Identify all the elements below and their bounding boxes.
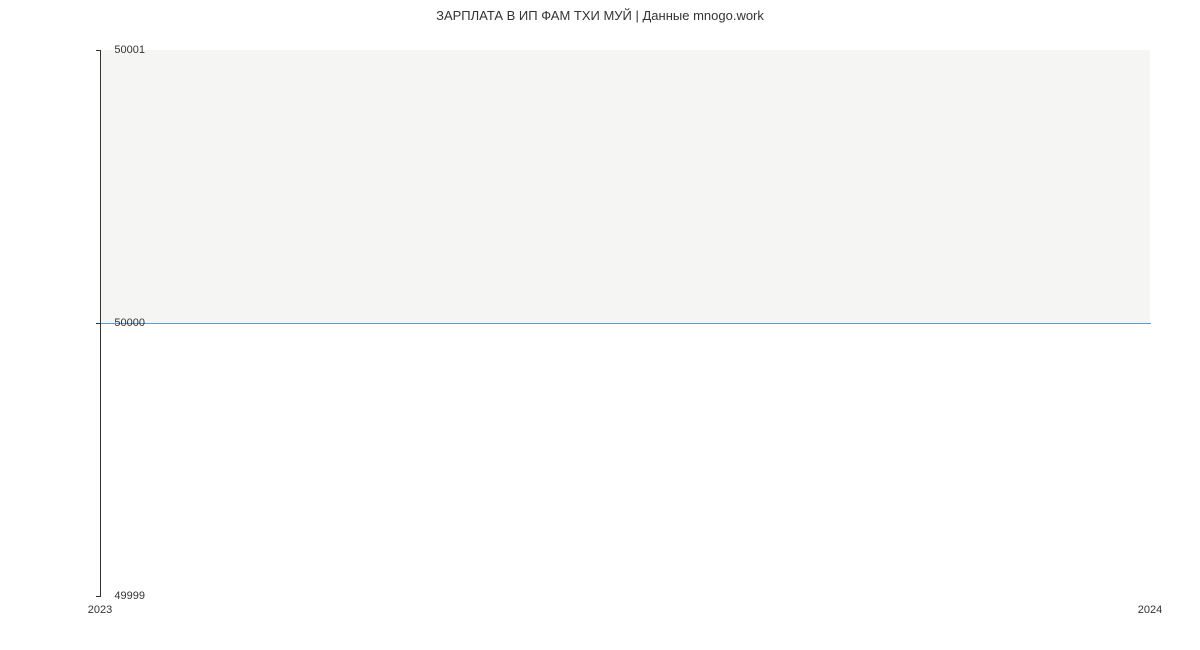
y-tick-mark <box>96 50 101 51</box>
data-series-line <box>101 323 1151 324</box>
x-axis-tick-label: 2023 <box>88 604 112 616</box>
chart-plot <box>100 50 1150 596</box>
x-axis-tick-label: 2024 <box>1138 604 1162 616</box>
y-tick-mark <box>96 596 101 597</box>
chart-title: ЗАРПЛАТА В ИП ФАМ ТХИ МУЙ | Данные mnogo… <box>0 0 1200 23</box>
y-axis-tick-label: 50001 <box>114 44 145 56</box>
plot-background <box>100 50 1150 596</box>
plot-background-lower <box>101 323 1151 596</box>
y-axis-tick-label: 50000 <box>114 317 145 329</box>
y-tick-mark <box>96 323 101 324</box>
y-axis-tick-label: 49999 <box>114 590 145 602</box>
